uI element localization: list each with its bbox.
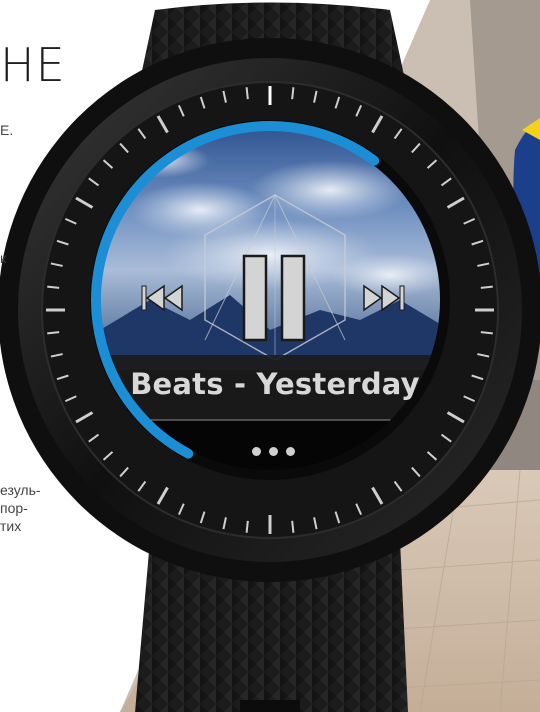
pause-button[interactable] [238, 252, 310, 344]
more-options-button[interactable] [248, 442, 300, 460]
page-heading-fragment: HE [0, 38, 66, 92]
text-fragment: пор- [0, 500, 28, 516]
more-dot-icon [286, 447, 295, 456]
skip-back-icon [141, 284, 183, 312]
bezel-tick [291, 87, 295, 100]
skip-forward-button[interactable] [358, 280, 408, 316]
track-title: Beats - Yesterday [130, 367, 420, 401]
bezel-tick [245, 520, 249, 533]
more-dot-icon [252, 447, 261, 456]
bezel-tick [47, 331, 60, 335]
text-fragment: езуль- [0, 482, 41, 498]
skip-back-button[interactable] [138, 280, 188, 316]
band-clasp [240, 700, 300, 712]
bezel-tick [291, 520, 295, 533]
bezel-tick [47, 285, 60, 289]
pause-icon [242, 254, 306, 342]
text-fragment: тих [0, 518, 22, 534]
skip-forward-icon [363, 284, 405, 312]
text-fragment: к [0, 250, 7, 266]
more-dot-icon [269, 447, 278, 456]
bezel-tick [480, 285, 493, 289]
bezel-tick [480, 331, 493, 335]
text-fragment: E. [0, 122, 14, 138]
scene [0, 0, 540, 712]
bezel-tick [245, 87, 249, 100]
